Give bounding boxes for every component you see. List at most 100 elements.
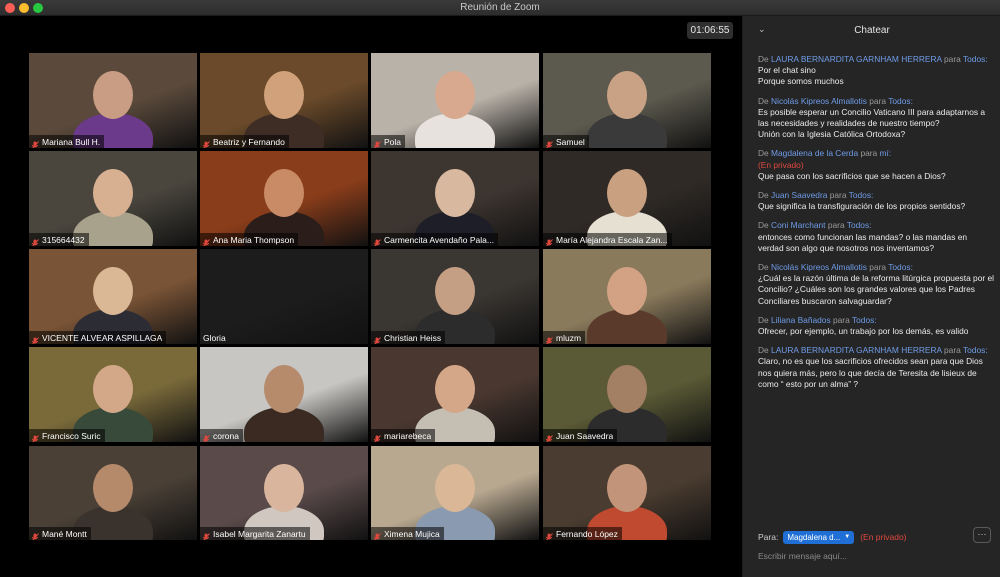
- participant-name-tag: Mané Montt: [29, 527, 91, 540]
- participant-tile[interactable]: María Alejandra Escala Zan...: [543, 151, 711, 246]
- chat-message-header: De LAURA BERNARDITA GARNHAM HERRERA para…: [758, 54, 994, 65]
- participant-tile[interactable]: Ana Maria Thompson: [200, 151, 368, 246]
- muted-mic-icon: [31, 235, 39, 246]
- participant-name: mariarebeca: [384, 430, 432, 441]
- from-prefix: De: [758, 148, 772, 159]
- message-text: Claro, no es que los sacrificios ofrecid…: [758, 356, 983, 389]
- recipient-row: Para: Magdalena d... ▼ (En privado): [758, 530, 907, 544]
- participant-tile[interactable]: Francisco Suric: [29, 347, 197, 442]
- chat-message: De Juan Saavedra para Todos: Que signific…: [758, 190, 994, 212]
- participant-tile[interactable]: Mané Montt: [29, 446, 197, 540]
- message-sender: Juan Saavedra: [771, 190, 828, 201]
- participant-name: Carmencita Avendaño Pala...: [384, 234, 494, 245]
- participant-tile[interactable]: mariarebeca: [371, 347, 539, 442]
- chat-message-header: De Nicolás Kipreos Almallotis para Todos…: [758, 96, 994, 107]
- participant-name: Beatriz y Fernando: [213, 136, 285, 147]
- message-recipient: Todos:: [962, 54, 988, 64]
- message-recipient: Todos:: [846, 220, 872, 231]
- participant-name: Isabel Margarita Zanartu: [213, 528, 306, 539]
- participant-tile[interactable]: Pola: [371, 53, 539, 148]
- participant-name: Juan Saavedra: [556, 430, 614, 441]
- to-word: para: [869, 95, 887, 106]
- participant-face: [93, 365, 133, 413]
- participant-face: [93, 71, 133, 119]
- message-sender: LAURA BERNARDITA GARNHAM HERRERA: [771, 345, 942, 356]
- participant-name-tag: Isabel Margarita Zanartu: [200, 527, 310, 540]
- message-sender: Nicolás Kipreos Almallotis: [771, 95, 867, 106]
- participant-name: Ximena Mujica: [384, 528, 440, 539]
- participant-tile[interactable]: Isabel Margarita Zanartu: [200, 446, 368, 540]
- from-prefix: De: [758, 262, 772, 273]
- participant-tile[interactable]: Christian Heiss: [371, 249, 539, 344]
- participant-name-tag: Beatriz y Fernando: [200, 135, 289, 148]
- participant-name-tag: Pola: [371, 135, 406, 148]
- participant-face: [264, 464, 304, 512]
- participant-tile[interactable]: Samuel: [543, 53, 711, 148]
- participant-tile[interactable]: corona: [200, 347, 368, 442]
- meeting-timer: 01:06:55: [687, 22, 733, 39]
- participant-name-tag: VICENTE ALVEAR ASPILLAGA: [29, 331, 167, 344]
- participant-tile[interactable]: Gloria: [200, 249, 368, 344]
- participant-face: [93, 169, 133, 217]
- participant-name-tag: Carmencita Avendaño Pala...: [371, 233, 498, 246]
- participant-tile[interactable]: VICENTE ALVEAR ASPILLAGA: [29, 249, 197, 344]
- from-prefix: De: [758, 345, 772, 356]
- to-word: para: [829, 190, 847, 201]
- caret-down-icon: ▼: [844, 534, 851, 540]
- participant-name: 315664432: [42, 234, 85, 245]
- participant-tile[interactable]: Mariana Bull H.: [29, 53, 197, 148]
- participant-tile[interactable]: 315664432: [29, 151, 197, 246]
- chat-message-header: De Nicolás Kipreos Almallotis para Todos…: [758, 262, 994, 273]
- private-indicator: (En privado): [758, 159, 804, 170]
- participant-name-tag: Gloria: [200, 331, 230, 344]
- muted-mic-icon: [373, 529, 381, 540]
- participant-tile[interactable]: Ximena Mujica: [371, 446, 539, 540]
- muted-mic-icon: [31, 431, 39, 442]
- message-text: Que pasa con los sacrificios que se hace…: [758, 170, 946, 181]
- recipient-value: Magdalena d...: [787, 532, 841, 542]
- participant-name-tag: Juan Saavedra: [543, 429, 618, 442]
- to-word: para: [827, 220, 845, 231]
- muted-mic-icon: [202, 235, 210, 246]
- participant-tile[interactable]: mluzm: [543, 249, 711, 344]
- muted-mic-icon: [373, 333, 381, 344]
- from-prefix: De: [758, 314, 772, 325]
- private-label: (En privado): [860, 532, 907, 542]
- participant-name-tag: Ximena Mujica: [371, 527, 444, 540]
- message-recipient: Todos:: [888, 262, 913, 273]
- participant-name: María Alejandra Escala Zan...: [556, 234, 668, 245]
- muted-mic-icon: [545, 235, 553, 246]
- recipient-select[interactable]: Magdalena d... ▼: [783, 530, 855, 544]
- participant-name: Mariana Bull H.: [42, 136, 101, 147]
- from-prefix: De: [758, 54, 772, 64]
- participant-face: [607, 267, 647, 315]
- muted-mic-icon: [202, 529, 210, 540]
- chat-messages: De LAURA BERNARDITA GARNHAM HERRERA para…: [758, 54, 994, 398]
- chat-header: ⌄ Chatear: [743, 16, 1000, 44]
- participant-face: [435, 267, 475, 315]
- participant-tile[interactable]: Fernando López: [543, 446, 711, 540]
- participant-tile[interactable]: Carmencita Avendaño Pala...: [371, 151, 539, 246]
- participant-tile[interactable]: Beatriz y Fernando: [200, 53, 368, 148]
- muted-mic-icon: [545, 529, 553, 540]
- message-recipient: Todos:: [851, 314, 877, 325]
- muted-mic-icon: [31, 333, 39, 344]
- participant-face: [607, 464, 647, 512]
- participant-tile[interactable]: Juan Saavedra: [543, 347, 711, 442]
- participant-face: [607, 71, 647, 119]
- from-prefix: De: [758, 95, 772, 106]
- chat-message: De Magdalena de la Cerda para mí: (En pri…: [758, 148, 994, 182]
- message-sender: LAURA BERNARDITA GARNHAM HERRERA: [771, 54, 942, 64]
- chat-message-header: De Juan Saavedra para Todos:: [758, 190, 994, 201]
- participant-face: [93, 464, 133, 512]
- participant-face: [264, 71, 304, 119]
- participant-name: corona: [213, 430, 239, 441]
- chat-message: De Nicolás Kipreos Almallotis para Todos…: [758, 96, 994, 141]
- chat-message: De LAURA BERNARDITA GARNHAM HERRERA para…: [758, 345, 994, 390]
- chat-title: Chatear: [854, 25, 890, 36]
- video-gallery: 01:06:55 Mariana Bull H. Beatriz y Fernan…: [0, 16, 742, 577]
- chat-message-input[interactable]: [758, 548, 988, 564]
- participant-name: Ana Maria Thompson: [213, 234, 295, 245]
- more-options-button[interactable]: ···: [973, 527, 991, 543]
- message-recipient: Todos:: [888, 95, 913, 106]
